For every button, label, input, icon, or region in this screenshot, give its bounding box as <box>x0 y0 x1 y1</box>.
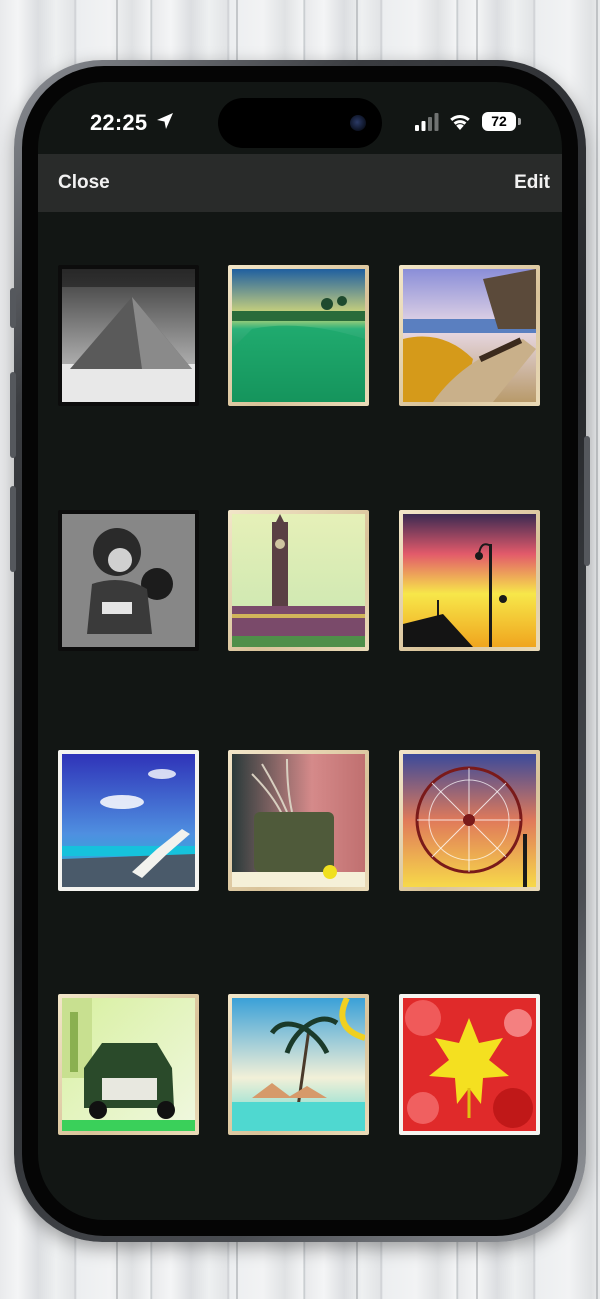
status-bar: 22:25 72 <box>38 82 562 154</box>
cellular-signal-icon <box>415 113 439 131</box>
photo-vintage-truck[interactable] <box>58 994 199 1135</box>
palm-beach-image <box>232 998 365 1131</box>
close-button[interactable]: Close <box>58 172 110 194</box>
edit-button[interactable]: Edit <box>514 172 550 194</box>
navigation-bar: Close Edit <box>38 154 562 212</box>
power-button <box>584 436 590 566</box>
photo-autumn-leaves[interactable] <box>399 994 540 1135</box>
pyramid-image <box>62 269 195 402</box>
photo-big-ben[interactable] <box>228 510 369 651</box>
photo-pyramid[interactable] <box>58 265 199 406</box>
photo-beach-chair[interactable] <box>58 750 199 891</box>
volume-up-button <box>10 372 16 458</box>
potted-plant-image <box>232 754 365 887</box>
wifi-icon <box>450 114 470 130</box>
child-football-image <box>62 514 195 647</box>
photo-ferris-wheel[interactable] <box>399 750 540 891</box>
vintage-truck-image <box>62 998 195 1131</box>
volume-down-button <box>10 486 16 572</box>
home-indicator <box>228 1200 372 1205</box>
mute-switch <box>10 288 16 328</box>
battery-icon: 72 <box>482 112 516 131</box>
photo-palm-beach[interactable] <box>228 994 369 1135</box>
ferris-wheel-image <box>403 754 536 887</box>
photo-coastal-path[interactable] <box>399 265 540 406</box>
location-arrow-icon <box>157 113 173 129</box>
beach-chair-image <box>62 754 195 887</box>
photo-potted-plant[interactable] <box>228 750 369 891</box>
photo-tropical-lagoon[interactable] <box>228 265 369 406</box>
status-time: 22:25 <box>90 110 148 135</box>
autumn-leaves-image <box>403 998 536 1131</box>
lagoon-image <box>232 269 365 402</box>
front-camera-icon <box>350 115 366 131</box>
dynamic-island <box>218 98 382 148</box>
battery-cap <box>518 118 521 125</box>
photo-grid <box>38 212 562 1220</box>
photo-child-football[interactable] <box>58 510 199 651</box>
phone-screen: 22:25 72 Close Edit <box>38 82 562 1220</box>
coastal-path-image <box>403 269 536 402</box>
big-ben-image <box>232 514 365 647</box>
street-lamps-image <box>403 514 536 647</box>
photo-street-lamps[interactable] <box>399 510 540 651</box>
